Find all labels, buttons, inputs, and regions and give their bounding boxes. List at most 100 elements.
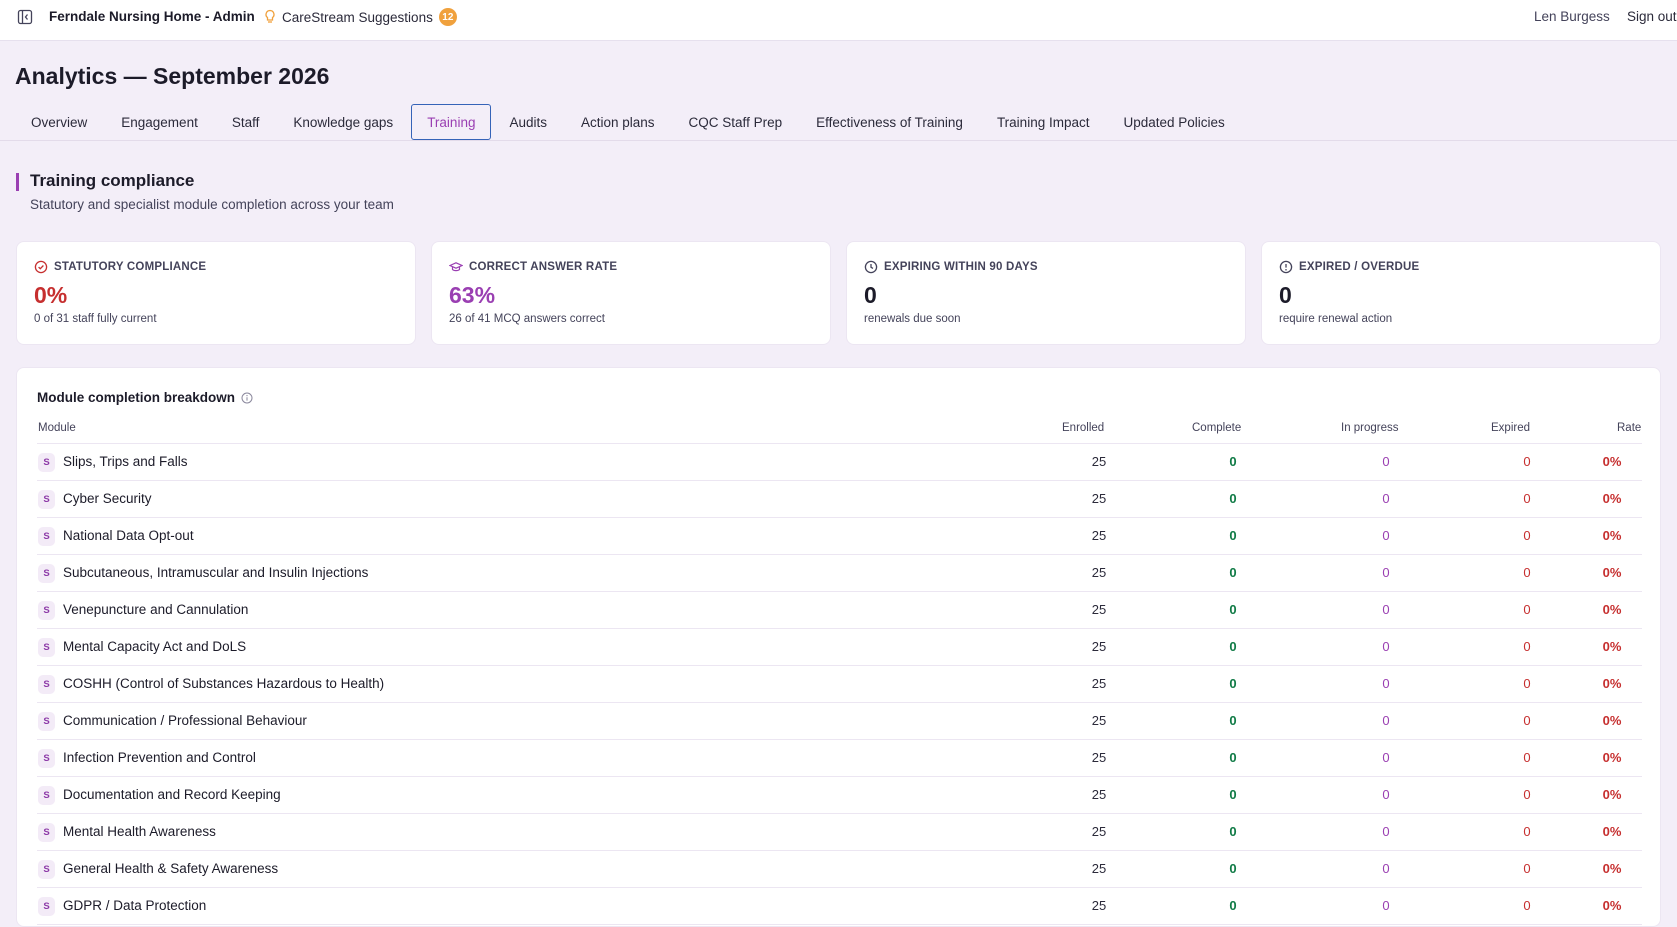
in-progress-count: 0 xyxy=(1382,454,1390,469)
completion-rate: 0% xyxy=(1602,639,1622,654)
in-progress-count: 0 xyxy=(1382,713,1390,728)
statutory-chip: S xyxy=(38,490,55,509)
enrolled-count: 25 xyxy=(1091,454,1107,469)
table-row[interactable]: S Subcutaneous, Intramuscular and Insuli… xyxy=(37,555,1642,592)
complete-count: 0 xyxy=(1229,824,1237,839)
table-row[interactable]: S Infection Prevention and Control 25 0 … xyxy=(37,740,1642,777)
section-title: Training compliance xyxy=(30,171,195,190)
table-row[interactable]: S COSHH (Control of Substances Hazardous… xyxy=(37,666,1642,703)
statutory-chip: S xyxy=(38,749,55,768)
page-title: Analytics — September 2026 xyxy=(15,63,330,89)
enrolled-count: 25 xyxy=(1091,565,1107,580)
complete-count: 0 xyxy=(1229,491,1237,506)
table-row[interactable]: S Cyber Security 25 0 0 0 0% xyxy=(37,481,1642,518)
sidebar-toggle-icon[interactable] xyxy=(17,9,33,25)
in-progress-count: 0 xyxy=(1382,565,1390,580)
table-row[interactable]: S Mental Capacity Act and DoLS 25 0 0 0 … xyxy=(37,629,1642,666)
clock-icon xyxy=(864,260,878,274)
expired-count: 0 xyxy=(1523,602,1531,617)
module-name: Communication / Professional Behaviour xyxy=(63,713,307,728)
table-row[interactable]: S General Health & Safety Awareness 25 0… xyxy=(37,851,1642,888)
tab-audits[interactable]: Audits xyxy=(493,104,563,140)
table-row[interactable]: S Mental Health Awareness 25 0 0 0 0% xyxy=(37,814,1642,851)
completion-rate: 0% xyxy=(1602,528,1622,543)
expired-count: 0 xyxy=(1523,713,1531,728)
completion-rate: 0% xyxy=(1602,861,1622,876)
info-icon[interactable] xyxy=(241,392,253,404)
table-row[interactable]: S GDPR / Data Protection 25 0 0 0 0% xyxy=(37,888,1642,925)
statutory-chip: S xyxy=(38,823,55,842)
tab-training-impact[interactable]: Training Impact xyxy=(981,104,1106,140)
expired-count: 0 xyxy=(1523,454,1531,469)
complete-count: 0 xyxy=(1229,713,1237,728)
tab-updated-policies[interactable]: Updated Policies xyxy=(1107,104,1240,140)
statutory-chip: S xyxy=(38,897,55,916)
statutory-chip: S xyxy=(38,638,55,657)
stat-card-value: 0 xyxy=(864,282,877,308)
tab-overview[interactable]: Overview xyxy=(15,104,103,140)
suggestions-button[interactable]: CareStream Suggestions 12 xyxy=(264,7,457,27)
expired-count: 0 xyxy=(1523,861,1531,876)
complete-count: 0 xyxy=(1229,602,1237,617)
enrolled-count: 25 xyxy=(1091,676,1107,691)
enrolled-count: 25 xyxy=(1091,824,1107,839)
enrolled-count: 25 xyxy=(1091,787,1107,802)
stat-card-subtext: renewals due soon xyxy=(864,313,961,325)
table-row[interactable]: S Documentation and Record Keeping 25 0 … xyxy=(37,777,1642,814)
stat-card-value: 0 xyxy=(1279,282,1292,308)
check-circle-icon xyxy=(34,260,48,274)
sign-out-link[interactable]: Sign out xyxy=(1627,9,1677,24)
in-progress-count: 0 xyxy=(1382,787,1390,802)
stat-card-title: EXPIRED / OVERDUE xyxy=(1299,261,1420,273)
completion-rate: 0% xyxy=(1602,750,1622,765)
completion-rate: 0% xyxy=(1602,898,1622,913)
stat-card-statutory-compliance: STATUTORY COMPLIANCE 0% 0 of 31 staff fu… xyxy=(16,241,416,345)
tabs-divider xyxy=(0,140,1677,141)
in-progress-count: 0 xyxy=(1382,528,1390,543)
alert-circle-icon xyxy=(1279,260,1293,274)
stat-card-expired-overdue: EXPIRED / OVERDUE 0 require renewal acti… xyxy=(1261,241,1661,345)
column-header-enrolled: Enrolled xyxy=(1062,422,1105,434)
completion-rate: 0% xyxy=(1602,565,1622,580)
tab-knowledge-gaps[interactable]: Knowledge gaps xyxy=(277,104,409,140)
table-row[interactable]: S Communication / Professional Behaviour… xyxy=(37,703,1642,740)
stat-card-value: 63% xyxy=(449,282,496,308)
enrolled-count: 25 xyxy=(1091,491,1107,506)
column-header-complete: Complete xyxy=(1192,422,1242,434)
in-progress-count: 0 xyxy=(1382,639,1390,654)
enrolled-count: 25 xyxy=(1091,750,1107,765)
enrolled-count: 25 xyxy=(1091,602,1107,617)
module-name: Venepuncture and Cannulation xyxy=(63,602,249,617)
module-name: Infection Prevention and Control xyxy=(63,750,256,765)
enrolled-count: 25 xyxy=(1091,639,1107,654)
complete-count: 0 xyxy=(1229,565,1237,580)
tab-staff[interactable]: Staff xyxy=(216,104,276,140)
stat-card-expiring-within-90-days: EXPIRING WITHIN 90 DAYS 0 renewals due s… xyxy=(846,241,1246,345)
user-name[interactable]: Len Burgess xyxy=(1534,9,1610,24)
module-name: Mental Health Awareness xyxy=(63,824,216,839)
in-progress-count: 0 xyxy=(1382,750,1390,765)
module-name: General Health & Safety Awareness xyxy=(63,861,279,876)
tab-cqc-staff-prep[interactable]: CQC Staff Prep xyxy=(673,104,799,140)
table-row[interactable]: S National Data Opt-out 25 0 0 0 0% xyxy=(37,518,1642,555)
completion-rate: 0% xyxy=(1602,491,1622,506)
column-header-in-progress: In progress xyxy=(1341,422,1399,434)
in-progress-count: 0 xyxy=(1382,861,1390,876)
enrolled-count: 25 xyxy=(1091,528,1107,543)
expired-count: 0 xyxy=(1523,750,1531,765)
table-row[interactable]: S Slips, Trips and Falls 25 0 0 0 0% xyxy=(37,444,1642,481)
table-row[interactable]: S Venepuncture and Cannulation 25 0 0 0 … xyxy=(37,592,1642,629)
stat-card-subtext: 0 of 31 staff fully current xyxy=(34,313,157,325)
tab-effectiveness-of-training[interactable]: Effectiveness of Training xyxy=(800,104,979,140)
section-subtitle: Statutory and specialist module completi… xyxy=(30,197,394,212)
completion-rate: 0% xyxy=(1602,676,1622,691)
complete-count: 0 xyxy=(1229,676,1237,691)
enrolled-count: 25 xyxy=(1091,861,1107,876)
stat-card-title: CORRECT ANSWER RATE xyxy=(469,261,618,273)
tab-action-plans[interactable]: Action plans xyxy=(565,104,671,140)
expired-count: 0 xyxy=(1523,898,1531,913)
tab-training[interactable]: Training xyxy=(411,104,492,140)
module-name: COSHH (Control of Substances Hazardous t… xyxy=(63,676,385,691)
tab-engagement[interactable]: Engagement xyxy=(105,104,214,140)
in-progress-count: 0 xyxy=(1382,491,1390,506)
